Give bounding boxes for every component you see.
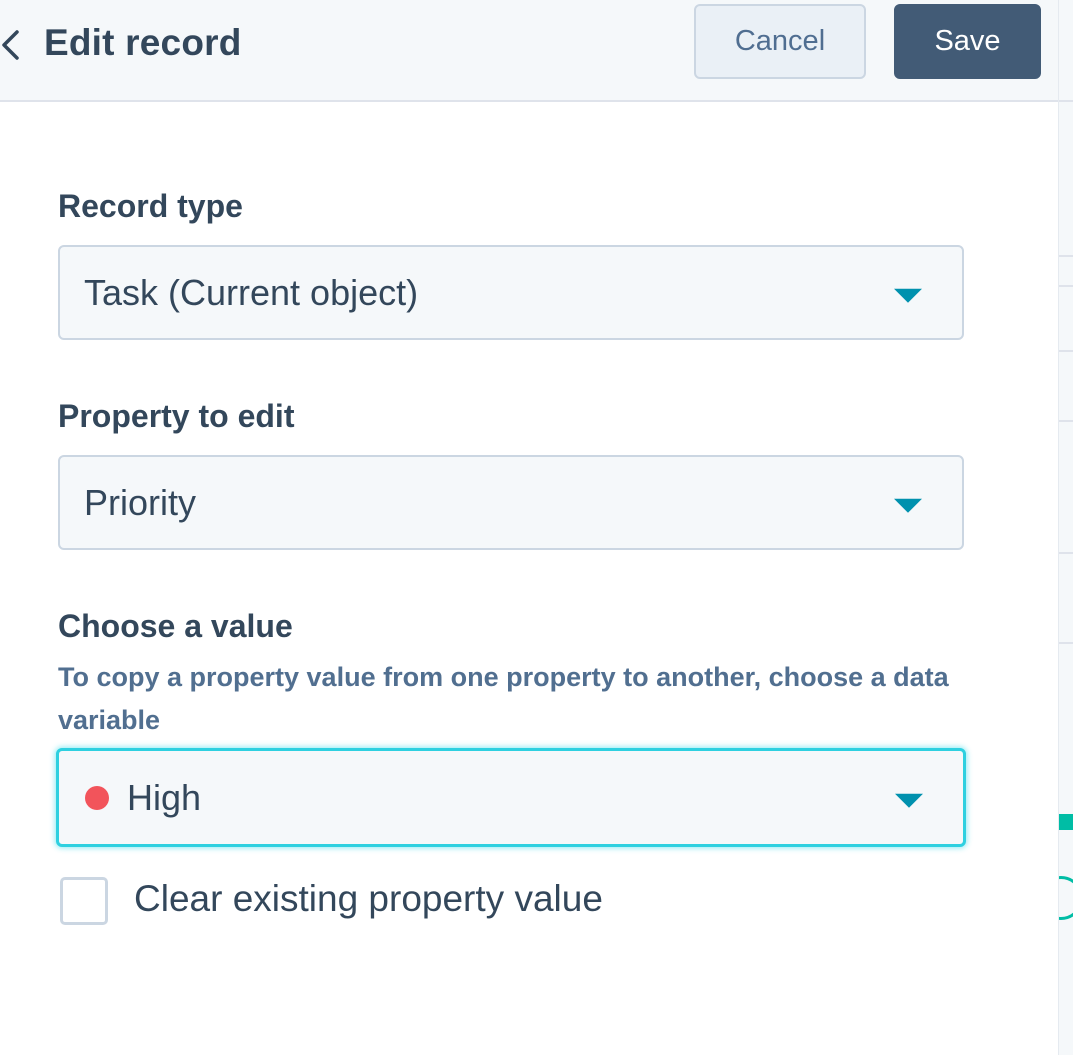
background-divider bbox=[1059, 255, 1073, 257]
background-divider bbox=[1059, 285, 1073, 287]
caret-down-icon bbox=[894, 288, 922, 303]
background-divider bbox=[1059, 420, 1073, 422]
background-divider bbox=[1059, 100, 1073, 102]
clear-existing-checkbox[interactable] bbox=[60, 877, 108, 925]
panel-header: Edit record Cancel Save bbox=[0, 0, 1058, 102]
record-type-select[interactable]: Task (Current object) bbox=[58, 245, 964, 340]
priority-status-dot-icon bbox=[85, 785, 109, 810]
property-to-edit-label: Property to edit bbox=[58, 398, 295, 434]
property-value: Priority bbox=[84, 481, 197, 523]
background-page-strip bbox=[1058, 0, 1073, 1055]
property-select[interactable]: Priority bbox=[58, 455, 964, 550]
save-button[interactable]: Save bbox=[894, 4, 1041, 79]
caret-down-icon bbox=[895, 793, 923, 808]
background-ring-icon bbox=[1059, 876, 1073, 920]
cancel-button[interactable]: Cancel bbox=[694, 4, 866, 79]
caret-down-icon bbox=[894, 498, 922, 513]
value-select[interactable]: High bbox=[56, 748, 966, 847]
background-accent-bar bbox=[1059, 814, 1073, 830]
record-type-value: Task (Current object) bbox=[84, 271, 419, 313]
chevron-left-icon[interactable] bbox=[0, 26, 24, 64]
background-divider bbox=[1059, 350, 1073, 352]
background-divider bbox=[1059, 642, 1073, 644]
value-selected: High bbox=[127, 776, 202, 818]
page-title: Edit record bbox=[44, 22, 242, 63]
record-type-label: Record type bbox=[58, 188, 243, 224]
clear-existing-label[interactable]: Clear existing property value bbox=[134, 878, 603, 920]
choose-value-label: Choose a value bbox=[58, 608, 293, 644]
background-divider bbox=[1059, 552, 1073, 554]
choose-value-help-text: To copy a property value from one proper… bbox=[58, 662, 949, 735]
edit-record-panel: Edit record Cancel Save Record type Task… bbox=[0, 0, 1058, 1055]
